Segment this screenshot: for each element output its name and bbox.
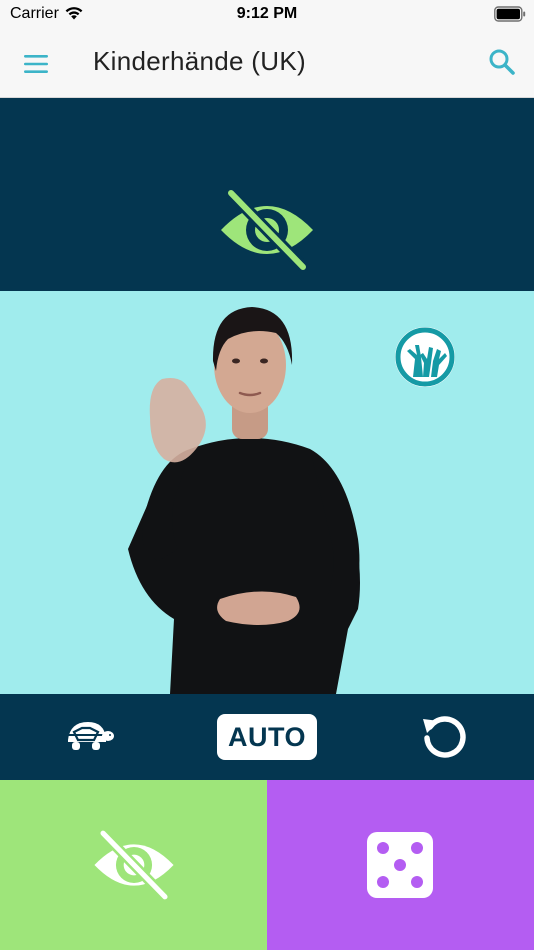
auto-play-button[interactable]: AUTO <box>217 714 317 760</box>
eye-off-icon[interactable] <box>217 188 317 272</box>
menu-icon[interactable] <box>20 48 52 80</box>
eye-off-icon <box>94 828 174 902</box>
status-bar: Carrier 9:12 PM <box>0 0 534 28</box>
nav-bar: Kinderhände (UK) <box>0 28 534 98</box>
controls-bar: AUTO <box>0 694 534 780</box>
sign-video[interactable] <box>0 291 534 694</box>
replay-icon[interactable] <box>420 713 470 763</box>
turtle-icon[interactable] <box>64 714 114 754</box>
signer-video-frame <box>128 307 360 694</box>
battery-icon <box>494 6 526 22</box>
search-icon[interactable] <box>486 46 518 78</box>
page-title: Kinderhände (UK) <box>93 46 306 76</box>
random-sign-button[interactable] <box>267 780 534 950</box>
dice-icon <box>367 832 433 898</box>
hidden-word-panel <box>0 98 534 291</box>
status-time: 9:12 PM <box>236 5 298 22</box>
kinderhaende-logo-icon <box>395 327 455 387</box>
reveal-word-button[interactable] <box>0 780 267 950</box>
